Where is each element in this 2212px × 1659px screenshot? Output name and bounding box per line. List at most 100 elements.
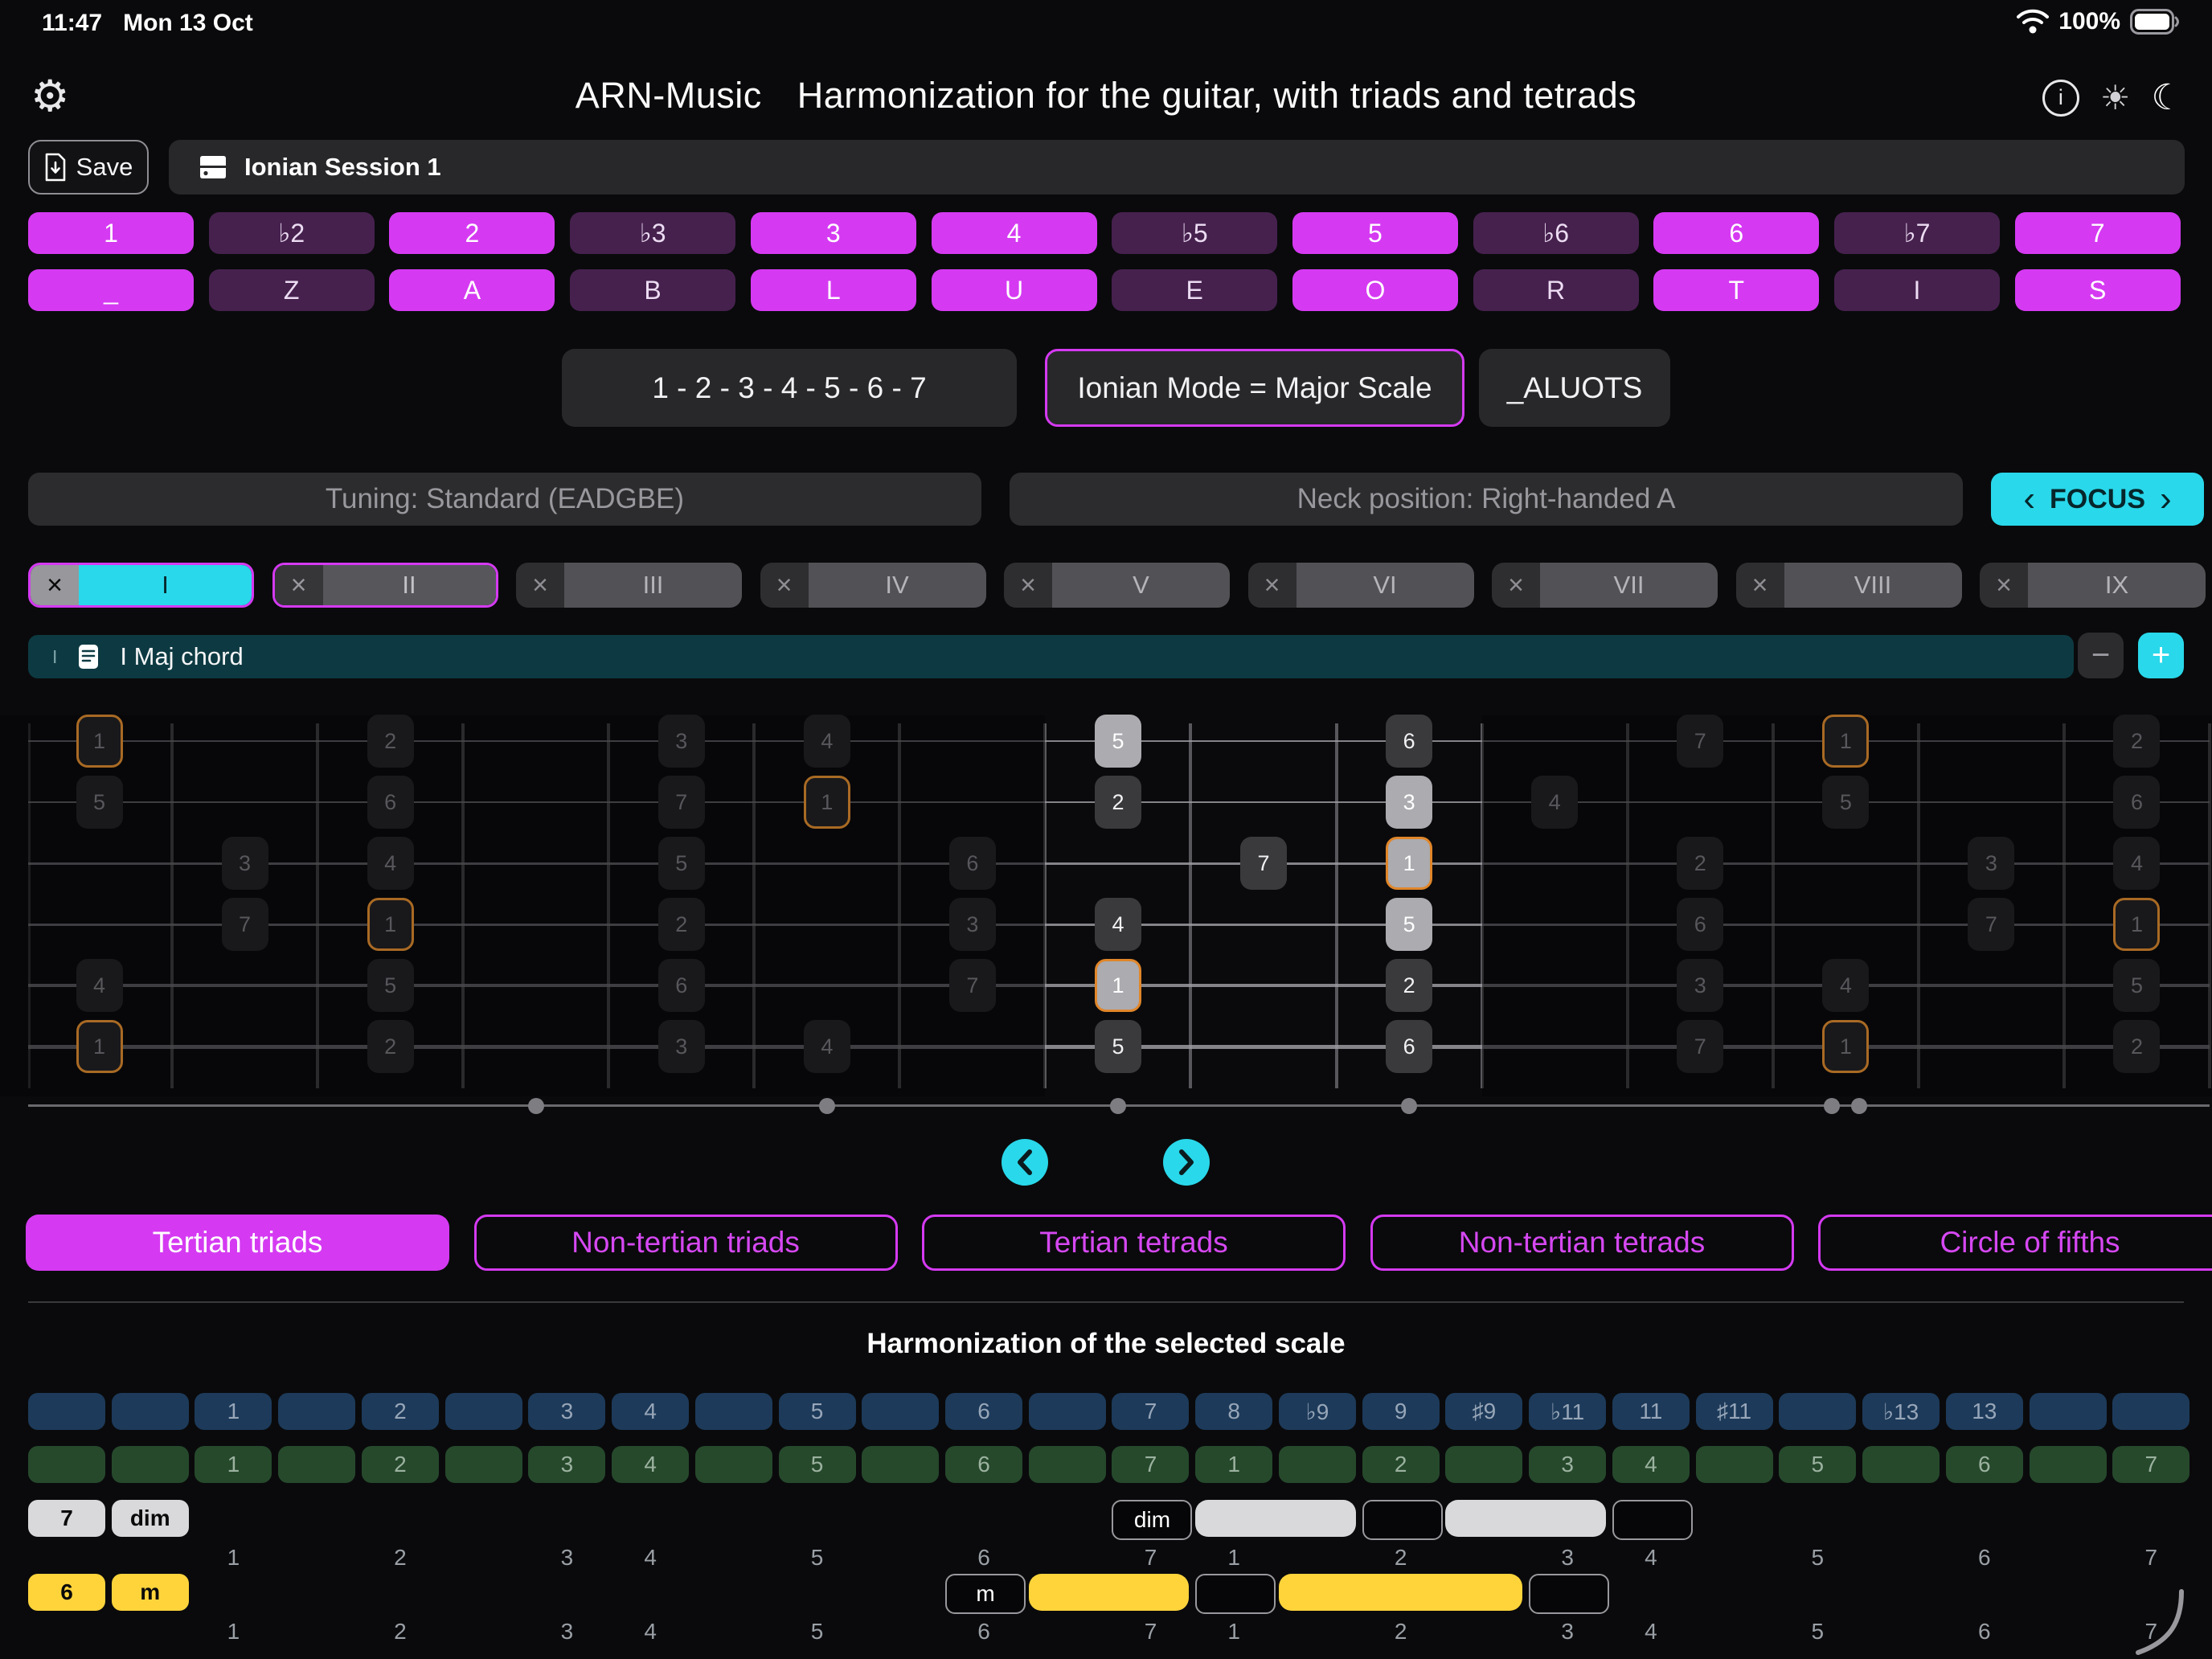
close-icon[interactable]: × [1248,563,1296,608]
degree-button-♭7[interactable]: ♭7 [1834,212,2000,254]
note-chip-degree-2[interactable]: 2 [367,1020,414,1073]
dark-mode-icon[interactable]: ☾ [2152,77,2183,118]
neck-position-button[interactable]: Neck position: Right-handed A [1010,473,1963,526]
tab-non-tertian-triads[interactable]: Non-tertian triads [474,1215,898,1271]
note-chip-degree-4[interactable]: 4 [76,959,123,1012]
note-chip-degree-5[interactable]: 5 [2113,959,2160,1012]
note-chip-degree-5[interactable]: 5 [1386,898,1432,951]
degree-button-5[interactable]: 5 [1292,212,1458,254]
note-chip-degree-5[interactable]: 5 [367,959,414,1012]
note-chip-degree-1[interactable]: 1 [1386,837,1432,890]
degree-button-♭2[interactable]: ♭2 [209,212,375,254]
note-chip-degree-4[interactable]: 4 [2113,837,2160,890]
section-chip-VII[interactable]: ×VII [1492,563,1718,608]
letter-button-O[interactable]: O [1292,269,1458,311]
note-chip-degree-2[interactable]: 2 [1677,837,1723,890]
note-chip-degree-4[interactable]: 4 [1531,776,1578,829]
close-icon[interactable]: × [1980,563,2028,608]
section-chip-IX[interactable]: ×IX [1980,563,2206,608]
note-chip-degree-3[interactable]: 3 [658,1020,705,1073]
note-chip-degree-4[interactable]: 4 [367,837,414,890]
letter-button-B[interactable]: B [570,269,735,311]
chord-bar[interactable]: I I Maj chord [28,635,2074,678]
session-name-field[interactable]: Ionian Session 1 [169,140,2185,195]
anagram-button[interactable]: _ALUOTS [1479,349,1670,427]
note-chip-degree-1[interactable]: 1 [76,1020,123,1073]
letter-button-U[interactable]: U [932,269,1097,311]
remove-chord-button[interactable]: − [2078,633,2124,678]
note-chip-degree-1[interactable]: 1 [76,715,123,768]
note-chip-degree-2[interactable]: 2 [367,715,414,768]
close-icon[interactable]: × [760,563,809,608]
note-chip-degree-1[interactable]: 1 [804,776,850,829]
section-chip-VI[interactable]: ×VI [1248,563,1474,608]
note-chip-degree-6[interactable]: 6 [1386,1020,1432,1073]
note-chip-degree-6[interactable]: 6 [658,959,705,1012]
note-chip-degree-7[interactable]: 7 [222,898,268,951]
note-chip-degree-3[interactable]: 3 [222,837,268,890]
note-chip-degree-7[interactable]: 7 [658,776,705,829]
note-chip-degree-6[interactable]: 6 [949,837,996,890]
degree-button-7[interactable]: 7 [2015,212,2181,254]
note-chip-degree-1[interactable]: 1 [1095,959,1141,1012]
letter-button-S[interactable]: S [2015,269,2181,311]
degree-button-1[interactable]: 1 [28,212,194,254]
close-icon[interactable]: × [275,565,323,605]
degree-button-3[interactable]: 3 [751,212,916,254]
letter-button-_[interactable]: _ [28,269,194,311]
scale-formula-button[interactable]: 1 - 2 - 3 - 4 - 5 - 6 - 7 [562,349,1017,427]
note-chip-degree-7[interactable]: 7 [949,959,996,1012]
note-chip-degree-3[interactable]: 3 [658,715,705,768]
brightness-icon[interactable]: ☀ [2100,78,2131,117]
note-chip-degree-3[interactable]: 3 [1968,837,2014,890]
note-chip-degree-6[interactable]: 6 [1677,898,1723,951]
note-chip-degree-5[interactable]: 5 [76,776,123,829]
note-chip-degree-2[interactable]: 2 [1386,959,1432,1012]
degree-button-♭6[interactable]: ♭6 [1473,212,1639,254]
save-button[interactable]: Save [28,140,149,195]
degree-button-6[interactable]: 6 [1653,212,1819,254]
section-chip-V[interactable]: ×V [1004,563,1230,608]
letter-button-Z[interactable]: Z [209,269,375,311]
note-chip-degree-3[interactable]: 3 [1386,776,1432,829]
note-chip-degree-3[interactable]: 3 [1677,959,1723,1012]
note-chip-degree-2[interactable]: 2 [2113,1020,2160,1073]
note-chip-degree-7[interactable]: 7 [1677,1020,1723,1073]
note-chip-degree-1[interactable]: 1 [1822,715,1869,768]
tab-non-tertian-tetrads[interactable]: Non-tertian tetrads [1370,1215,1794,1271]
tab-tertian-tetrads[interactable]: Tertian tetrads [922,1215,1346,1271]
section-chip-IV[interactable]: ×IV [760,563,986,608]
tuning-button[interactable]: Tuning: Standard (EADGBE) [28,473,981,526]
note-chip-degree-2[interactable]: 2 [658,898,705,951]
letter-button-I[interactable]: I [1834,269,2000,311]
note-chip-degree-3[interactable]: 3 [949,898,996,951]
note-chip-degree-6[interactable]: 6 [367,776,414,829]
close-icon[interactable]: × [1492,563,1540,608]
section-chip-III[interactable]: ×III [516,563,742,608]
note-chip-degree-1[interactable]: 1 [367,898,414,951]
mode-name-button[interactable]: Ionian Mode = Major Scale [1045,349,1464,427]
info-icon[interactable]: i [2042,80,2079,117]
focus-right-arrow-button[interactable] [1163,1139,1210,1186]
note-chip-degree-2[interactable]: 2 [1095,776,1141,829]
focus-button[interactable]: ‹ FOCUS › [1991,473,2204,526]
note-chip-degree-4[interactable]: 4 [1095,898,1141,951]
tab-tertian-triads[interactable]: Tertian triads [26,1215,449,1271]
degree-button-♭3[interactable]: ♭3 [570,212,735,254]
letter-button-R[interactable]: R [1473,269,1639,311]
note-chip-degree-5[interactable]: 5 [1095,1020,1141,1073]
degree-button-♭5[interactable]: ♭5 [1112,212,1277,254]
letter-button-A[interactable]: A [389,269,555,311]
note-chip-degree-4[interactable]: 4 [804,715,850,768]
note-chip-degree-5[interactable]: 5 [1822,776,1869,829]
section-chip-I[interactable]: ×I [28,563,254,608]
focus-left-arrow-button[interactable] [1002,1139,1048,1186]
note-chip-degree-1[interactable]: 1 [2113,898,2160,951]
note-chip-degree-4[interactable]: 4 [1822,959,1869,1012]
degree-button-4[interactable]: 4 [932,212,1097,254]
note-chip-degree-6[interactable]: 6 [1386,715,1432,768]
note-chip-degree-7[interactable]: 7 [1240,837,1287,890]
letter-button-T[interactable]: T [1653,269,1819,311]
letter-button-L[interactable]: L [751,269,916,311]
tab-circle-of-fifths[interactable]: Circle of fifths [1818,1215,2212,1271]
